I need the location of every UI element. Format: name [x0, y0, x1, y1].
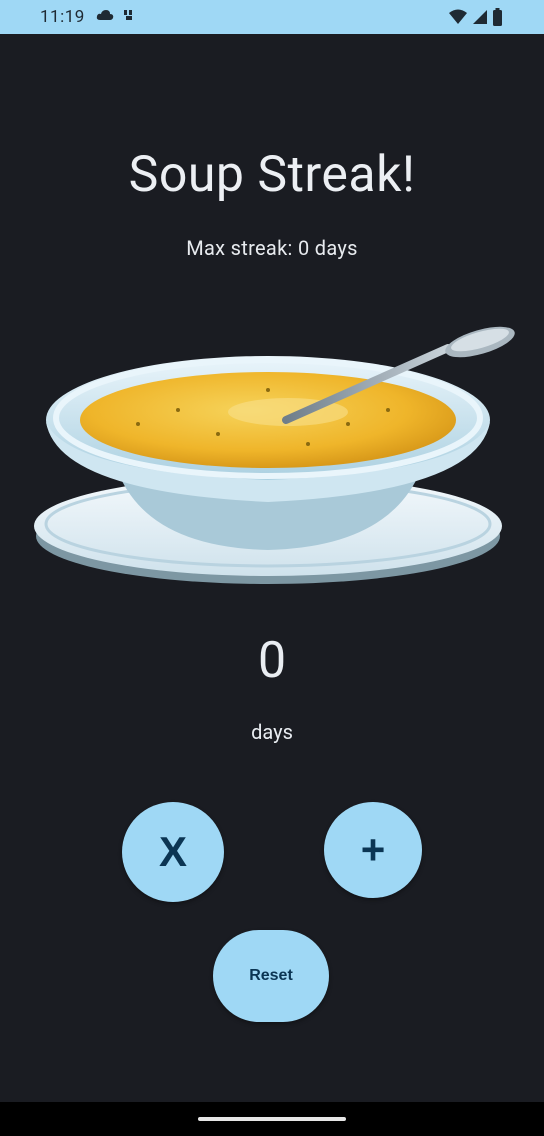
cell-signal-icon: [473, 10, 487, 24]
streak-count: 0: [257, 632, 287, 690]
wifi-icon: [449, 9, 467, 24]
battery-icon: [493, 8, 502, 26]
status-bar: 11:19: [0, 0, 544, 34]
increment-streak-button[interactable]: +: [324, 802, 422, 898]
app-screen: Soup Streak! Max streak: 0 days 0 days X…: [0, 34, 544, 1102]
status-icons-right: [449, 8, 502, 26]
break-streak-button[interactable]: X: [122, 802, 224, 902]
status-icons-left: [96, 8, 136, 22]
max-streak-label: Max streak: 0 days: [186, 236, 358, 260]
signal-icon: [124, 10, 132, 20]
page-title: Soup Streak!: [128, 146, 416, 204]
status-time: 11:19: [40, 7, 85, 27]
reset-button[interactable]: Reset: [213, 930, 329, 1022]
soup-bowl-image: [34, 326, 515, 584]
home-gesture-handle[interactable]: [198, 1117, 346, 1121]
streak-unit: days: [251, 720, 293, 744]
cloud-icon: [96, 10, 114, 20]
navigation-bar: [0, 1102, 544, 1136]
